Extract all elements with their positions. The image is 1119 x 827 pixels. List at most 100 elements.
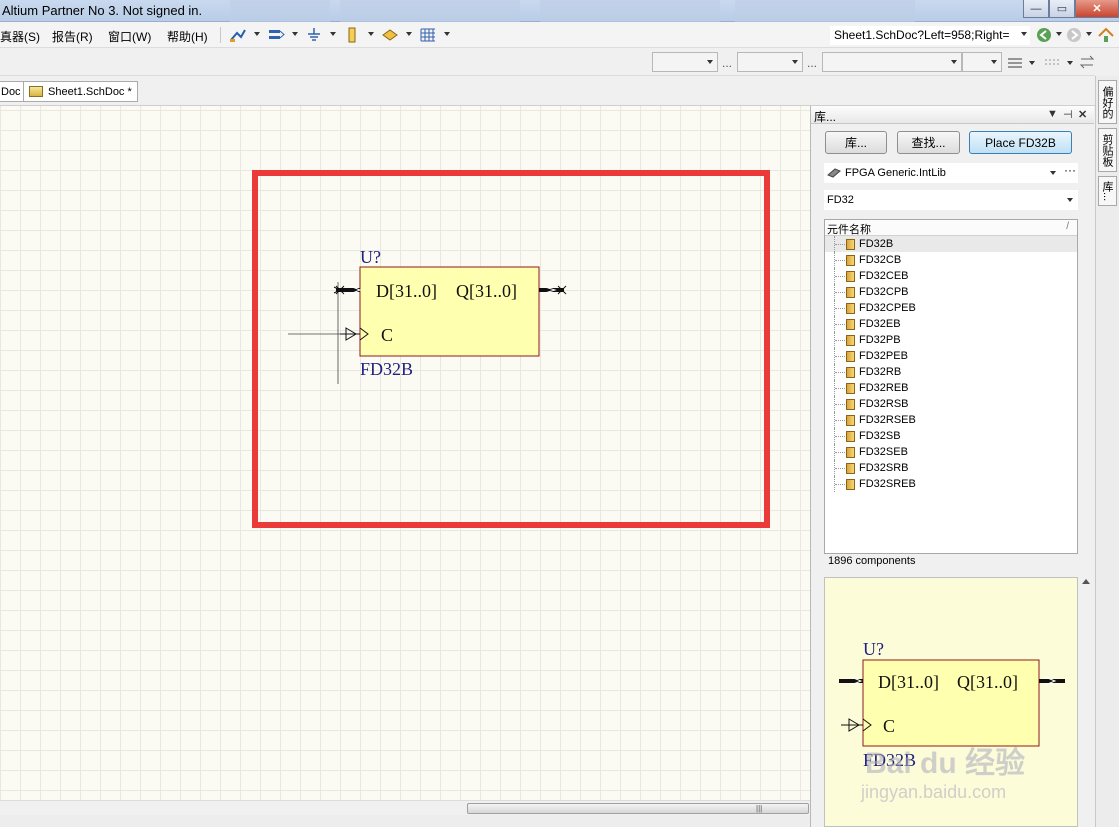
forward-icon[interactable] — [1064, 26, 1084, 44]
back-icon[interactable] — [1034, 26, 1054, 44]
list-item[interactable]: FD32REB — [825, 380, 1077, 396]
list-item[interactable]: FD32CPEB — [825, 300, 1077, 316]
component-icon — [846, 399, 855, 410]
component-list[interactable]: 元件名称 / FD32B FD32CB FD32CEB FD32CPB FD32CPEB… — [824, 219, 1078, 554]
list-item-label: FD32PB — [859, 334, 901, 346]
panel-menu-icon[interactable]: ▼ — [1047, 108, 1058, 120]
list-item[interactable]: FD32PEB — [825, 348, 1077, 364]
tree-branch — [834, 476, 846, 492]
list-item[interactable]: FD32SREB — [825, 476, 1077, 492]
watermark-url: jingyan.baidu.com — [861, 782, 1007, 802]
list-item[interactable]: FD32SB — [825, 428, 1077, 444]
tree-branch — [834, 316, 846, 332]
tree-branch — [834, 252, 846, 268]
list-item[interactable]: FD32CEB — [825, 268, 1077, 284]
chevron-down-icon[interactable] — [1067, 61, 1073, 65]
chevron-down-icon[interactable] — [406, 32, 412, 36]
chevron-down-icon[interactable] — [1086, 32, 1092, 36]
list-item[interactable]: FD32RB — [825, 364, 1077, 380]
scrollbar-thumb[interactable]: ||| — [467, 803, 809, 814]
menu-simulator[interactable]: 真器(S) — [0, 28, 40, 45]
tab-clipboard[interactable]: 剪贴板 — [1098, 128, 1117, 172]
blurred-taskbar-area — [540, 0, 720, 22]
list-item[interactable]: FD32CPB — [825, 284, 1077, 300]
part-tool-icon[interactable] — [342, 26, 362, 44]
menu-window[interactable]: 窗口(W) — [108, 28, 151, 45]
preview-scrollbar[interactable] — [1079, 577, 1093, 827]
size-combo[interactable] — [737, 52, 803, 72]
swap-icon[interactable] — [1077, 53, 1097, 71]
maximize-button[interactable]: ▭ — [1049, 0, 1075, 18]
close-button[interactable]: ✕ — [1075, 0, 1119, 18]
list-item-label: FD32SEB — [859, 446, 908, 458]
blurred-taskbar-area — [230, 0, 330, 22]
component-icon — [846, 463, 855, 474]
chevron-down-icon[interactable] — [330, 32, 336, 36]
list-item[interactable]: FD32PB — [825, 332, 1077, 348]
list-item[interactable]: FD32SRB — [825, 460, 1077, 476]
dash-style-icon[interactable] — [1043, 53, 1063, 71]
title-bar: Altium Partner No 3. Not signed in. — ▭ … — [0, 0, 1119, 22]
chevron-down-icon[interactable] — [292, 32, 298, 36]
component-icon — [846, 255, 855, 266]
tab-libraries[interactable]: 库... — [1098, 176, 1117, 206]
chevron-down-icon[interactable] — [1029, 61, 1035, 65]
list-item[interactable]: FD32CB — [825, 252, 1077, 268]
list-item[interactable]: FD32RSEB — [825, 412, 1077, 428]
menu-help[interactable]: 帮助(H) — [167, 28, 208, 45]
wire-tool-icon[interactable] — [228, 26, 248, 44]
font-combo[interactable] — [652, 52, 718, 72]
chevron-down-icon[interactable] — [1056, 32, 1062, 36]
list-item-label: FD32CPEB — [859, 302, 916, 314]
chevron-down-icon[interactable] — [1021, 32, 1027, 36]
tree-branch — [834, 428, 846, 444]
list-item-label: FD32SB — [859, 430, 901, 442]
sort-indicator: / — [1066, 221, 1069, 232]
tree-branch — [834, 444, 846, 460]
chevron-down-icon — [991, 60, 997, 64]
format-toolbar: ... ... — [0, 48, 1095, 76]
scroll-up-icon[interactable] — [1082, 579, 1090, 584]
menu-reports[interactable]: 报告(R) — [52, 28, 93, 45]
place-component-button[interactable]: Place FD32B — [969, 131, 1072, 154]
component-icon — [846, 479, 855, 490]
list-item[interactable]: FD32SEB — [825, 444, 1077, 460]
home-icon[interactable] — [1096, 26, 1116, 44]
document-address-field[interactable]: Sheet1.SchDoc?Left=958;Right= — [830, 26, 1030, 45]
bus-tool-icon[interactable] — [266, 26, 286, 44]
chevron-down-icon[interactable] — [254, 32, 260, 36]
tab-favorites[interactable]: 偏好的 — [1098, 80, 1117, 124]
list-item-label: FD32CEB — [859, 270, 909, 282]
separator-dots: ... — [807, 56, 818, 70]
list-item-label: FD32B — [859, 238, 894, 250]
chevron-down-icon — [792, 60, 798, 64]
list-item[interactable]: FD32RSB — [825, 396, 1077, 412]
chevron-down-icon[interactable] — [444, 32, 450, 36]
minimize-button[interactable]: — — [1023, 0, 1049, 18]
width-combo[interactable] — [962, 52, 1002, 72]
grid-tool-icon[interactable] — [418, 26, 438, 44]
tab-label: Sheet1.SchDoc * — [48, 85, 132, 98]
preview-pin-c-label: C — [883, 716, 895, 736]
close-icon[interactable]: ✕ — [1078, 108, 1087, 121]
library-select[interactable]: FPGA Generic.IntLib ··· — [824, 163, 1078, 183]
component-icon — [846, 447, 855, 458]
search-button[interactable]: 查找... — [897, 131, 960, 154]
list-item[interactable]: FD32B — [825, 236, 1077, 252]
chevron-down-icon[interactable] — [368, 32, 374, 36]
tab-sheet1-schdoc[interactable]: Sheet1.SchDoc * — [23, 81, 138, 102]
component-icon — [846, 319, 855, 330]
line-style-icon[interactable] — [1005, 53, 1025, 71]
libraries-button[interactable]: 库... — [825, 131, 887, 154]
filter-input[interactable]: FD32 — [824, 190, 1078, 210]
port-tool-icon[interactable] — [380, 26, 400, 44]
ground-tool-icon[interactable] — [304, 26, 324, 44]
schematic-canvas[interactable]: U? D[31..0] Q[31..0] C FD32B — [0, 106, 810, 800]
horizontal-scrollbar[interactable]: ||| — [0, 800, 810, 815]
pin-icon[interactable]: ⊣ — [1063, 108, 1073, 121]
style-combo[interactable] — [822, 52, 962, 72]
list-item[interactable]: FD32EB — [825, 316, 1077, 332]
list-header-component-name[interactable]: 元件名称 / — [825, 220, 1077, 236]
more-options-icon[interactable]: ··· — [1064, 163, 1076, 177]
tree-branch — [834, 364, 846, 380]
